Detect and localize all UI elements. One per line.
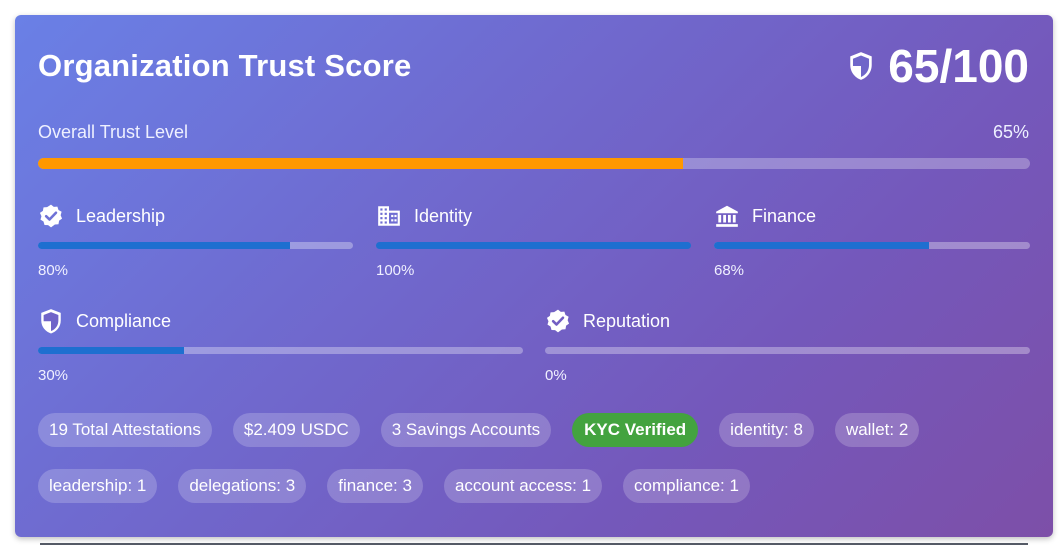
metric-progress-fill xyxy=(38,242,290,249)
metric-progress-fill xyxy=(714,242,929,249)
chip-compliance-count: compliance: 1 xyxy=(623,469,750,503)
attestation-chips-row-1: 19 Total Attestations $2.409 USDC 3 Savi… xyxy=(38,413,940,447)
verified-badge-icon xyxy=(38,203,64,229)
chip-finance-count: finance: 3 xyxy=(327,469,423,503)
metric-progress xyxy=(38,242,353,249)
kyc-verified-badge: KYC Verified xyxy=(572,413,699,447)
metric-label: Finance xyxy=(752,205,817,226)
chip-total-attestations: 19 Total Attestations xyxy=(38,413,212,447)
metric-identity: Identity 100% xyxy=(376,202,691,279)
chip-savings-accounts: 3 Savings Accounts xyxy=(380,413,552,447)
shield-half-icon xyxy=(848,51,874,81)
metric-percent: 80% xyxy=(38,262,69,279)
metric-label: Leadership xyxy=(76,205,166,226)
chip-account-access-count: account access: 1 xyxy=(443,469,603,503)
metric-finance: Finance 68% xyxy=(714,202,1030,279)
trust-score-value: 65/100 xyxy=(888,40,1029,92)
metric-label: Reputation xyxy=(583,310,671,331)
metric-percent: 100% xyxy=(376,262,415,279)
score-display: 65/100 xyxy=(848,39,1029,93)
chip-leadership-count: leadership: 1 xyxy=(38,469,158,503)
metric-progress-fill xyxy=(38,347,184,354)
overall-trust-label: Overall Trust Level xyxy=(38,122,189,142)
metric-leadership: Leadership 80% xyxy=(38,202,353,279)
card-title: Organization Trust Score xyxy=(38,48,412,83)
chip-identity-count: identity: 8 xyxy=(719,413,814,447)
trust-score-card: Organization Trust Score 65/100 Overall … xyxy=(15,15,1053,537)
metric-progress xyxy=(714,242,1030,249)
metric-percent: 68% xyxy=(714,262,745,279)
metric-progress xyxy=(545,347,1030,354)
metric-label: Identity xyxy=(414,205,473,226)
metric-label: Compliance xyxy=(76,310,172,331)
metric-reputation: Reputation 0% xyxy=(545,307,1030,384)
bank-icon xyxy=(714,203,740,229)
metric-percent: 0% xyxy=(545,367,567,384)
attestation-chips-row-2: leadership: 1 delegations: 3 finance: 3 … xyxy=(38,469,771,503)
metric-progress-fill xyxy=(376,242,691,249)
building-icon xyxy=(376,203,402,229)
divider xyxy=(40,543,1028,545)
shield-half-icon xyxy=(38,308,64,334)
chip-delegations-count: delegations: 3 xyxy=(178,469,307,503)
chip-usdc-balance: $2.409 USDC xyxy=(232,413,360,447)
verified-badge-icon xyxy=(545,308,571,334)
metric-compliance: Compliance 30% xyxy=(38,307,523,384)
chip-wallet-count: wallet: 2 xyxy=(834,413,920,447)
overall-trust-progress-fill xyxy=(38,158,683,169)
overall-trust-progress xyxy=(38,158,1030,169)
metric-percent: 30% xyxy=(38,367,69,384)
metric-progress xyxy=(376,242,691,249)
overall-trust-percent: 65% xyxy=(992,122,1029,142)
metric-progress xyxy=(38,347,523,354)
